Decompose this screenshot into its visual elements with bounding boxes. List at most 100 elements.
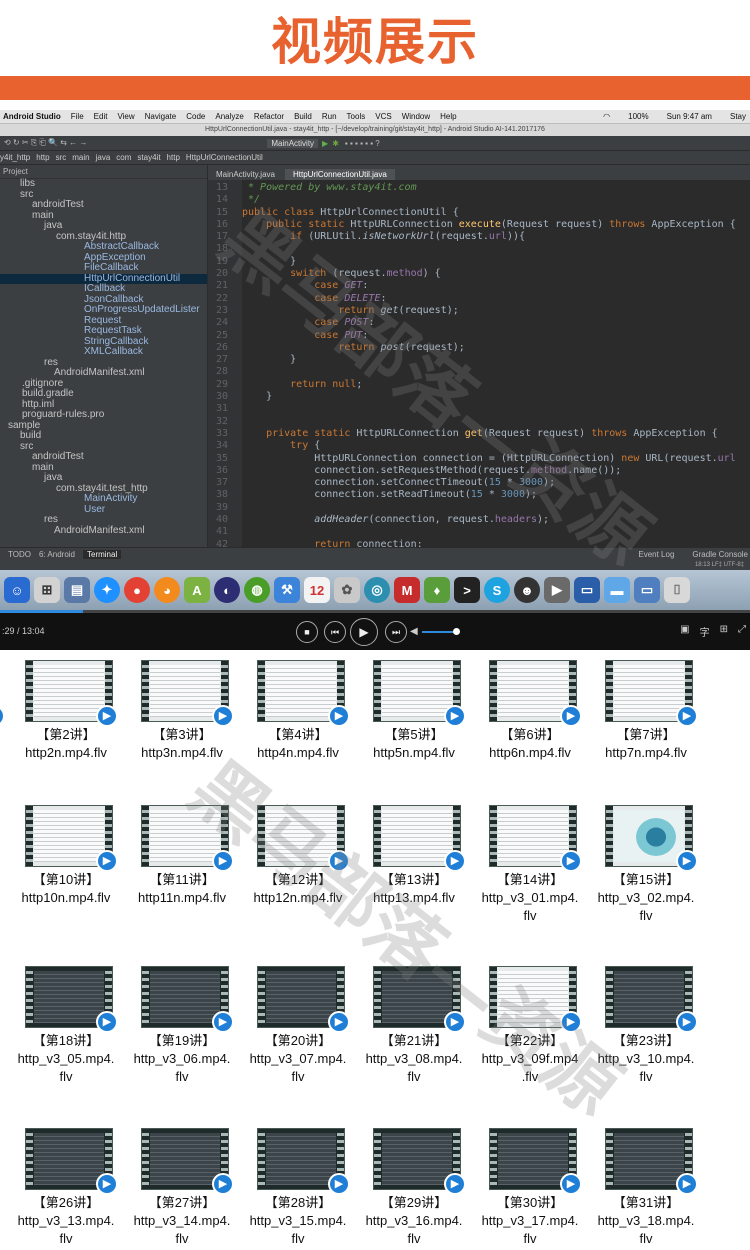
fullscreen-button[interactable]: ⤢ [738, 624, 746, 639]
crumb-http-pkg[interactable]: http [167, 153, 180, 162]
launchpad-icon[interactable]: ⊞ [34, 577, 60, 603]
menu-window[interactable]: Window [402, 112, 430, 121]
tree-item[interactable]: ICallback [0, 283, 207, 295]
user-name[interactable]: Stay [730, 112, 746, 121]
menu-analyze[interactable]: Analyze [215, 112, 243, 121]
menu-run[interactable]: Run [322, 112, 337, 121]
progress-bar[interactable] [0, 610, 750, 613]
tree-item[interactable]: main [0, 210, 207, 222]
tree-item[interactable]: AbstractCallback [0, 241, 207, 253]
tree-item[interactable]: RequestTask [0, 325, 207, 337]
skype-icon[interactable]: S [484, 577, 510, 603]
android-studio-icon[interactable]: A [184, 577, 210, 603]
code-editor[interactable]: MainActivity.java HttpUrlConnectionUtil.… [208, 165, 750, 547]
mail-icon[interactable]: M [394, 577, 420, 603]
tree-item[interactable]: proguard-rules.pro [0, 409, 207, 421]
tree-item[interactable]: java [0, 472, 207, 484]
tab-mainactivity[interactable]: MainActivity.java [208, 169, 283, 180]
battery-level[interactable]: 100% [628, 112, 648, 121]
next-button[interactable]: ⏭ [385, 621, 407, 643]
menu-file[interactable]: File [71, 112, 84, 121]
crumb-stay4it[interactable]: stay4it [137, 153, 160, 162]
tree-item[interactable]: build.gradle [0, 388, 207, 400]
crumb-java[interactable]: java [96, 153, 111, 162]
todo-tab[interactable]: TODO [8, 550, 31, 559]
android-tab[interactable]: 6: Android [39, 550, 75, 559]
screen-app-icon[interactable]: ▭ [574, 577, 600, 603]
tree-item[interactable]: libs [0, 178, 207, 190]
tree-item[interactable]: FileCallback [0, 262, 207, 274]
menu-navigate[interactable]: Navigate [145, 112, 177, 121]
calendar-icon[interactable]: 12 [304, 577, 330, 603]
volume-slider[interactable] [422, 631, 456, 633]
project-header[interactable]: Project [0, 165, 207, 179]
menu-vcs[interactable]: VCS [375, 112, 391, 121]
preview-icon[interactable]: ▤ [64, 577, 90, 603]
menu-build[interactable]: Build [294, 112, 312, 121]
photos-icon[interactable]: ✿ [334, 577, 360, 603]
menu-edit[interactable]: Edit [94, 112, 108, 121]
evernote-icon[interactable]: ♦ [424, 577, 450, 603]
tab-httpurlconnectionutil[interactable]: HttpUrlConnectionUtil.java [284, 169, 395, 180]
tool-icons[interactable]: ▪ ▪ ▪ ▪ ▪ ▪ ? [345, 139, 380, 148]
eclipse-icon[interactable]: ◐ [214, 577, 240, 603]
pip-button[interactable]: ▣ [680, 624, 689, 639]
tree-item[interactable]: XMLCallback [0, 346, 207, 358]
clock[interactable]: Sun 9:47 am [667, 112, 712, 121]
safari-icon[interactable]: ✦ [94, 577, 120, 603]
menu-refactor[interactable]: Refactor [254, 112, 284, 121]
finder-icon[interactable]: ☺ [4, 577, 30, 603]
tree-item[interactable]: java [0, 220, 207, 232]
tree-item[interactable]: OnProgressUpdatedLister [0, 304, 207, 316]
menu-tools[interactable]: Tools [347, 112, 366, 121]
menu-code[interactable]: Code [186, 112, 205, 121]
crumb-http[interactable]: http [36, 153, 49, 162]
tree-item[interactable]: main [0, 462, 207, 474]
lecture-title: 【第28讲】 [264, 1195, 332, 1210]
qq-icon[interactable]: ☻ [514, 577, 540, 603]
crumb-main[interactable]: main [72, 153, 89, 162]
crumb-project[interactable]: y4it_http [0, 153, 30, 162]
playlist-button[interactable]: ⊞ [720, 624, 728, 639]
xcode-icon[interactable]: ⚒ [274, 577, 300, 603]
event-log-tab[interactable]: Event Log [638, 550, 674, 559]
volume-icon[interactable]: ◀ [410, 626, 418, 637]
tree-item[interactable]: build [0, 430, 207, 442]
tree-item[interactable]: res [0, 514, 207, 526]
sync-icon[interactable]: ⟲ ↻ ✂ ⎘ ⎗ 🔍 ⇆ ← → [4, 138, 87, 148]
tree-item[interactable]: User [0, 504, 207, 516]
wifi-icon[interactable]: ◠ [603, 112, 610, 121]
tree-item[interactable]: androidTest [0, 451, 207, 463]
trash-icon[interactable]: ⌷ [664, 577, 690, 603]
menu-view[interactable]: View [117, 112, 134, 121]
firefox-icon[interactable]: ◕ [154, 577, 180, 603]
crumb-class[interactable]: HttpUrlConnectionUtil [186, 153, 263, 162]
stop-button[interactable]: ■ [296, 621, 318, 643]
tree-item[interactable]: MainActivity [0, 493, 207, 505]
tree-item[interactable]: AndroidManifest.xml [0, 525, 207, 537]
tree-item[interactable]: androidTest [0, 199, 207, 211]
folder-icon[interactable]: ▬ [604, 577, 630, 603]
gradle-console-tab[interactable]: Gradle Console [692, 550, 748, 559]
menu-app-name[interactable]: Android Studio [3, 112, 61, 121]
run-icon[interactable]: ▶ [322, 139, 328, 148]
terminal-tab[interactable]: Terminal [83, 549, 122, 559]
chrome-icon[interactable]: ● [124, 577, 150, 603]
subtitle-button[interactable]: 字 [700, 624, 710, 639]
video-app-icon[interactable]: ▶ [544, 577, 570, 603]
code-token: { [308, 440, 321, 452]
crumb-com[interactable]: com [116, 153, 131, 162]
volume-knob[interactable] [453, 628, 460, 635]
network-icon[interactable]: ◎ [364, 577, 390, 603]
play-button[interactable]: ▶ [350, 618, 378, 646]
run-config-select[interactable]: MainActivity [267, 138, 319, 148]
tree-item[interactable]: AndroidManifest.xml [0, 367, 207, 379]
desktop-icon[interactable]: ▭ [634, 577, 660, 603]
green-app-icon[interactable]: ◍ [244, 577, 270, 603]
code-area[interactable]: 13 * Powered by www.stay4it.com 14 */ 15… [208, 182, 750, 547]
previous-button[interactable]: ⏮ [324, 621, 346, 643]
terminal-icon[interactable]: > [454, 577, 480, 603]
crumb-src[interactable]: src [56, 153, 67, 162]
menu-help[interactable]: Help [440, 112, 456, 121]
debug-icon[interactable]: ✱ [332, 139, 339, 148]
